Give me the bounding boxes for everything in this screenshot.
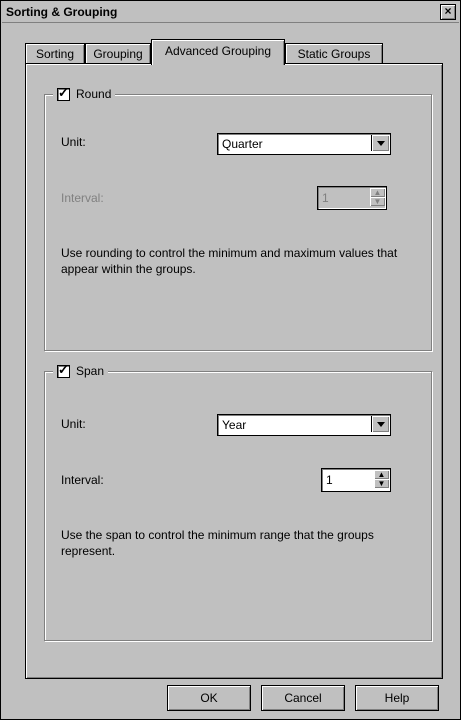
round-unit-label: Unit:	[61, 135, 86, 149]
span-interval-label: Interval:	[61, 473, 104, 487]
spin-up-icon: ▲	[370, 188, 385, 197]
span-label: Span	[76, 364, 105, 378]
span-unit-label: Unit:	[61, 417, 86, 431]
span-unit-value: Year	[222, 418, 247, 432]
round-unit-value: Quarter	[222, 137, 263, 151]
window-title: Sorting & Grouping	[6, 5, 118, 19]
round-unit-select[interactable]: Quarter	[217, 133, 391, 155]
span-interval-buttons: ▲ ▼	[374, 470, 389, 488]
span-checkbox[interactable]	[57, 362, 70, 378]
span-interval-spinner[interactable]: 1 ▲ ▼	[321, 468, 391, 492]
tab-panel: Round Unit: Quarter Interval: 1 ▲ ▼ Use …	[25, 63, 443, 679]
span-interval-value: 1	[326, 473, 333, 487]
span-group: Span Unit: Year Interval: 1 ▲ ▼ Use the …	[44, 362, 432, 641]
tab-sorting[interactable]: Sorting	[25, 43, 85, 64]
chevron-down-icon[interactable]	[371, 416, 389, 432]
round-checkbox[interactable]	[57, 85, 70, 101]
round-help-text: Use rounding to control the minimum and …	[61, 246, 398, 276]
ok-button[interactable]: OK	[167, 685, 251, 711]
tab-grouping[interactable]: Grouping	[85, 43, 151, 64]
tab-advanced-grouping[interactable]: Advanced Grouping	[151, 39, 285, 65]
title-bar[interactable]: Sorting & Grouping ×	[2, 2, 459, 23]
cancel-button[interactable]: Cancel	[261, 685, 345, 711]
chevron-down-icon[interactable]	[371, 135, 389, 151]
span-legend: Span	[53, 362, 109, 378]
dialog-window: Sorting & Grouping × Sorting Grouping Ad…	[0, 0, 461, 720]
round-legend: Round	[53, 85, 116, 101]
round-interval-buttons: ▲ ▼	[370, 188, 385, 206]
span-unit-select[interactable]: Year	[217, 414, 391, 436]
spin-down-icon: ▼	[370, 197, 385, 206]
span-help-text: Use the span to control the minimum rang…	[61, 528, 374, 558]
round-group: Round Unit: Quarter Interval: 1 ▲ ▼ Use …	[44, 85, 432, 351]
help-button[interactable]: Help	[355, 685, 439, 711]
close-button[interactable]: ×	[440, 4, 456, 20]
round-label: Round	[76, 87, 112, 101]
tab-static-groups[interactable]: Static Groups	[285, 43, 383, 64]
round-interval-value: 1	[322, 191, 329, 205]
spin-up-icon[interactable]: ▲	[374, 470, 389, 479]
round-interval-spinner: 1 ▲ ▼	[317, 186, 387, 210]
round-interval-label: Interval:	[61, 191, 104, 205]
spin-down-icon[interactable]: ▼	[374, 479, 389, 488]
